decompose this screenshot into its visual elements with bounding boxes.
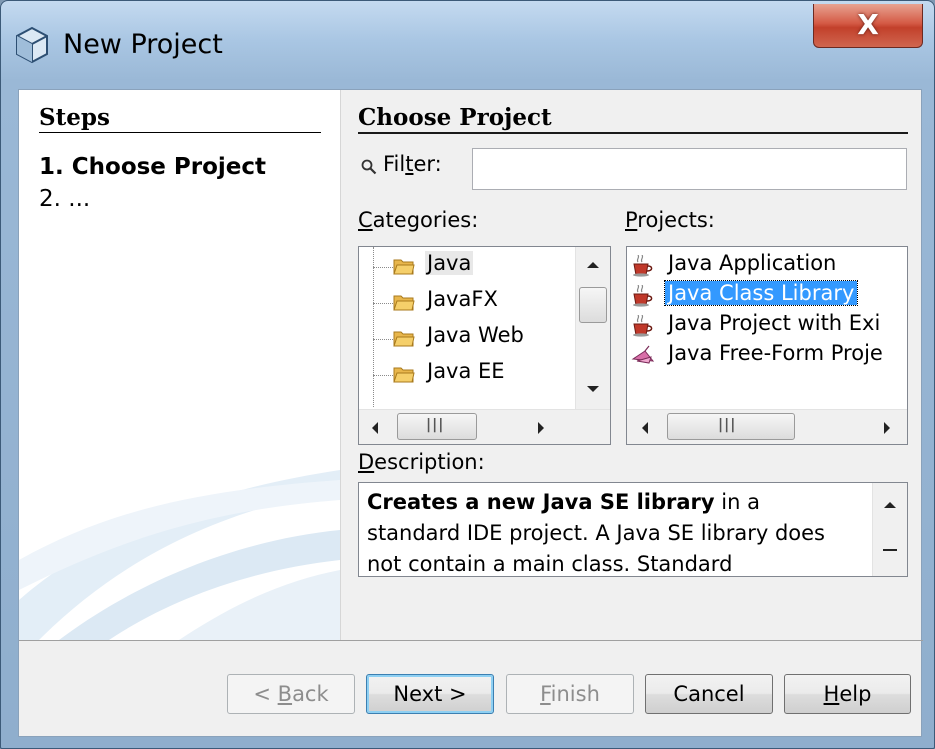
- project-item-java-application[interactable]: Java Application: [627, 251, 907, 281]
- wizard-swoosh-graphic: [19, 470, 340, 640]
- close-icon: X: [857, 8, 879, 41]
- projects-label: Projects:: [625, 208, 715, 232]
- coffee-cup-icon: [633, 315, 653, 337]
- scroll-down-arrow-icon[interactable]: [883, 549, 897, 553]
- steps-pane: Steps 1. Choose Project 2. ...: [19, 90, 341, 640]
- dialog-client-area: Steps 1. Choose Project 2. ... Choose Pr…: [18, 89, 923, 737]
- description-box[interactable]: Creates a new Java SE library in a stand…: [358, 482, 908, 577]
- help-button[interactable]: Help: [784, 674, 911, 714]
- folder-icon: [393, 295, 415, 311]
- button-bar-divider: [19, 640, 923, 641]
- project-item-java-free-form[interactable]: Java Free-Form Proje: [627, 341, 907, 371]
- filter-label: Filter:: [383, 152, 442, 176]
- finish-button[interactable]: Finish: [506, 674, 634, 714]
- title-bar[interactable]: New Project X: [1, 1, 934, 89]
- project-cube-icon: [16, 26, 48, 64]
- ant-icon: [631, 345, 655, 364]
- steps-divider: [39, 132, 321, 133]
- page-title: Choose Project: [358, 104, 552, 131]
- description-vertical-scrollbar[interactable]: [872, 483, 907, 576]
- description-text: Creates a new Java SE library in a stand…: [367, 490, 825, 576]
- close-button[interactable]: X: [813, 4, 923, 48]
- scroll-right-arrow-icon[interactable]: [883, 421, 891, 435]
- project-item-java-project-existing[interactable]: Java Project with Exi: [627, 311, 907, 341]
- window-title: New Project: [63, 29, 223, 60]
- scroll-up-arrow-icon[interactable]: [883, 501, 897, 509]
- cancel-button[interactable]: Cancel: [645, 674, 773, 714]
- categories-horizontal-thumb[interactable]: |||: [397, 413, 477, 440]
- scroll-up-arrow-icon[interactable]: [586, 261, 600, 269]
- new-project-dialog: New Project X Steps 1. Choose Project 2.…: [0, 0, 935, 749]
- categories-label: Categories:: [358, 208, 479, 232]
- folder-icon: [393, 367, 415, 383]
- coffee-cup-icon: [633, 255, 653, 277]
- folder-icon: [393, 331, 415, 347]
- projects-horizontal-scrollbar[interactable]: |||: [627, 409, 907, 444]
- filter-input[interactable]: [472, 148, 907, 190]
- description-label: Description:: [358, 450, 485, 474]
- step-item-current: 1. Choose Project: [39, 154, 267, 180]
- categories-horizontal-scrollbar[interactable]: |||: [359, 409, 610, 444]
- categories-tree[interactable]: Java JavaFX Java Web Java EE |||: [358, 246, 611, 445]
- search-icon: [361, 159, 377, 175]
- categories-vertical-scrollbar[interactable]: [575, 247, 610, 410]
- main-pane: Choose Project Filter: Categories: Proje…: [341, 90, 923, 640]
- back-button[interactable]: < Back: [227, 674, 355, 714]
- project-item-java-class-library[interactable]: Java Class Library: [627, 280, 907, 311]
- folder-icon: [393, 259, 415, 275]
- scroll-left-arrow-icon[interactable]: [371, 421, 379, 435]
- steps-heading: Steps: [39, 104, 110, 131]
- categories-vertical-thumb[interactable]: [579, 287, 607, 323]
- page-title-divider: [358, 132, 908, 134]
- scroll-left-arrow-icon[interactable]: [641, 421, 649, 435]
- projects-horizontal-thumb[interactable]: |||: [667, 413, 795, 440]
- coffee-cup-icon: [633, 285, 653, 307]
- step-item-next: 2. ...: [39, 186, 91, 212]
- projects-list[interactable]: Java Application Java Class Library Java…: [626, 246, 908, 445]
- scroll-right-arrow-icon[interactable]: [537, 421, 545, 435]
- scroll-down-arrow-icon[interactable]: [586, 385, 600, 393]
- next-button[interactable]: Next >: [366, 674, 494, 714]
